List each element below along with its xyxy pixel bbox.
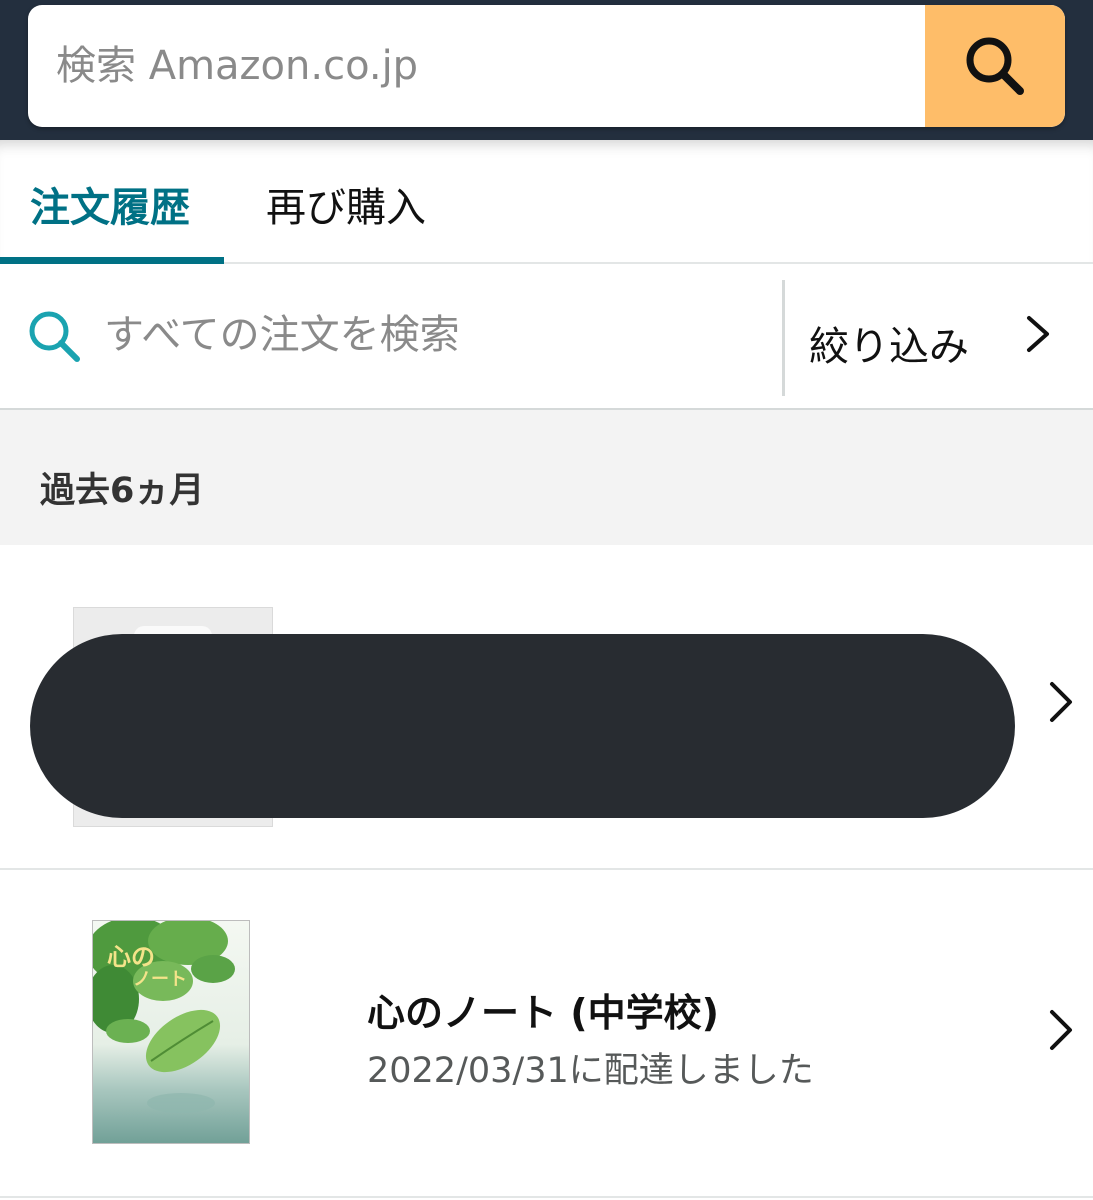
site-search-bar bbox=[28, 5, 1065, 127]
order-row[interactable]: 心の ノート 心のノート (中学校) 2022/03/31に配達しました bbox=[0, 870, 1093, 1198]
svg-text:ノート: ノート bbox=[133, 969, 187, 990]
chevron-right-icon bbox=[1050, 682, 1072, 722]
delivery-status: 2022/03/31に配達しました bbox=[367, 1051, 814, 1091]
redaction-overlay bbox=[30, 634, 1015, 818]
order-search-box[interactable] bbox=[0, 264, 782, 408]
filter-label: 絞り込み bbox=[809, 324, 969, 370]
item-title: 心のノート (中学校) bbox=[367, 991, 719, 1035]
search-icon bbox=[29, 311, 80, 362]
chevron-right-icon bbox=[1027, 316, 1049, 352]
order-search-input[interactable] bbox=[104, 300, 764, 370]
site-search-button[interactable] bbox=[925, 5, 1065, 127]
order-search-filter-row: 絞り込み bbox=[0, 264, 1093, 410]
period-section-header: 過去6ヵ月 bbox=[0, 410, 1093, 545]
svg-text:心の: 心の bbox=[107, 943, 155, 971]
top-header bbox=[0, 0, 1093, 140]
order-tabs: 注文履歴 再び購入 bbox=[0, 140, 1093, 264]
active-tab-indicator bbox=[0, 257, 224, 264]
book-cover-image: 心の ノート bbox=[92, 920, 250, 1144]
search-icon bbox=[966, 37, 1024, 95]
chevron-right-icon bbox=[1050, 1010, 1072, 1050]
filter-button[interactable]: 絞り込み bbox=[785, 264, 1093, 408]
period-label: 過去6ヵ月 bbox=[40, 471, 205, 511]
tab-buy-again[interactable]: 再び購入 bbox=[266, 175, 426, 233]
site-search-input[interactable] bbox=[28, 5, 924, 127]
tab-order-history[interactable]: 注文履歴 bbox=[30, 175, 190, 233]
order-row-redacted[interactable] bbox=[0, 545, 1093, 870]
